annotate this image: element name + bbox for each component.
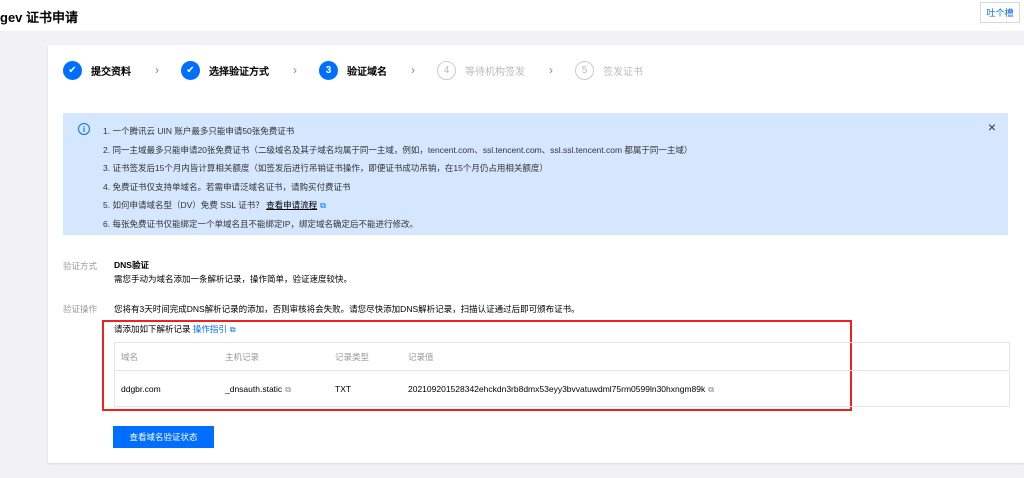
steps-bar: ✔ 提交资料 › ✔ 选择验证方式 › 3 验证域名 › 4 等待机构签发 › 5 签发证… [63, 60, 643, 80]
close-icon[interactable]: × [988, 119, 996, 135]
step-number: 3 [319, 60, 338, 80]
feedback-button[interactable]: 吐个槽 [980, 2, 1020, 23]
step-2: ✔ 选择验证方式 [181, 60, 269, 80]
notice-item: 6. 每张免费证书仅能绑定一个单域名且不能绑定IP，绑定域名确定后不能进行修改。 [103, 218, 418, 229]
notice-text: 5. 如何申请域名型（DV）免费 SSL 证书？ [103, 200, 264, 210]
step-label: 选择验证方式 [209, 66, 269, 78]
step-3: 3 验证域名 [319, 60, 387, 80]
operation-desc: 您将有3天时间完成DNS解析记录的添加，否则审核将会失败。请您尽快添加DNS解析… [114, 304, 580, 314]
notice-item: 2. 同一主域最多只能申请20张免费证书（二级域名及其子域名均属于同一主域，例如… [103, 144, 693, 155]
notice-item: 3. 证书签发后15个月内皆计算相关额度（如签发后进行吊销证书操作，即便证书成功… [103, 163, 548, 173]
page-header: gev 证书申请 吐个槽 [0, 0, 1024, 31]
chevron-right-icon: › [293, 63, 297, 77]
external-link-icon: ⧉ [320, 201, 326, 210]
dns-record-table: 域名 主机记录 记录类型 记录值 ddgbr.com _dnsauth.stat… [114, 342, 1010, 407]
operation-label: 验证操作 [63, 304, 98, 314]
column-header: 域名 [121, 351, 139, 362]
guide-link[interactable]: 操作指引 [193, 324, 227, 334]
step-number: 5 [575, 60, 594, 80]
chevron-right-icon: › [549, 63, 553, 77]
column-header: 主机记录 [225, 351, 260, 362]
chevron-right-icon: › [411, 63, 415, 77]
method-label: 验证方式 [63, 261, 98, 271]
check-icon: ✔ [63, 60, 82, 80]
value-cell: 202109201528342ehckdn3rb8dmx53eyy3bvvatu… [408, 384, 714, 395]
step-label: 验证域名 [347, 66, 387, 78]
method-title: DNS验证 [114, 260, 149, 270]
domain-cell: ddgbr.com [121, 384, 161, 394]
step-label: 提交资料 [91, 66, 131, 78]
info-icon: i [78, 123, 90, 135]
step-4: 4 等待机构签发 [437, 60, 525, 80]
main-card: ✔ 提交资料 › ✔ 选择验证方式 › 3 验证域名 › 4 等待机构签发 › 5 签发证… [48, 45, 1024, 463]
notice-item: 4. 免费证书仅支持单域名。若需申请泛域名证书，请购买付费证书 [103, 181, 351, 192]
copy-icon[interactable]: ⧉ [708, 385, 714, 395]
notice-item: 1. 一个腾讯云 UIN 账户最多只能申请50张免费证书 [103, 126, 295, 136]
type-cell: TXT [335, 384, 352, 394]
notice-box: i × 1. 一个腾讯云 UIN 账户最多只能申请50张免费证书 2. 同一主域… [63, 113, 1008, 235]
step-1: ✔ 提交资料 [63, 60, 131, 80]
host-cell: _dnsauth.static ⧉ [225, 384, 335, 395]
column-header: 记录类型 [335, 351, 370, 362]
step-number: 4 [437, 60, 456, 80]
copy-icon[interactable]: ⧉ [285, 385, 291, 395]
step-label: 等待机构签发 [465, 66, 525, 78]
record-prompt: 请添加如下解析记录 操作指引 ⧉ [114, 323, 236, 335]
method-desc: 需您手动为域名添加一条解析记录，操作简单，验证速度较快。 [114, 274, 353, 284]
apply-process-link[interactable]: 查看申请流程 [266, 200, 317, 210]
table-header: 域名 主机记录 记录类型 记录值 [115, 343, 1009, 371]
prompt-text: 请添加如下解析记录 [114, 324, 191, 334]
external-link-icon: ⧉ [229, 325, 236, 334]
notice-item: 5. 如何申请域名型（DV）免费 SSL 证书？ 查看申请流程 ⧉ [103, 196, 1008, 215]
host-value: _dnsauth.static [225, 383, 283, 394]
column-header: 记录值 [408, 351, 434, 362]
check-icon: ✔ [181, 60, 200, 80]
record-value: 202109201528342ehckdn3rb8dmx53eyy3bvvatu… [408, 383, 706, 394]
check-verification-status-button[interactable]: 查看域名验证状态 [113, 426, 214, 448]
step-5: 5 签发证书 [575, 60, 643, 80]
chevron-right-icon: › [155, 63, 159, 77]
table-row: ddgbr.com _dnsauth.static ⧉ TXT 202109201… [115, 371, 1009, 407]
page-title: gev 证书申请 [0, 10, 79, 25]
step-label: 签发证书 [603, 66, 643, 78]
